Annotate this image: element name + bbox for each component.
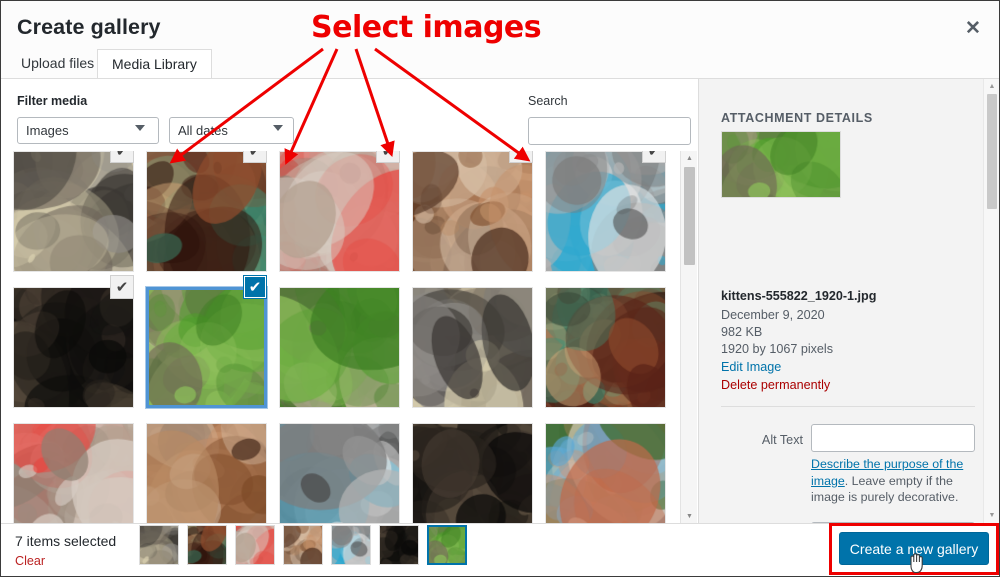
attachment-thumbnail[interactable]: [146, 151, 267, 272]
grid-scrollbar[interactable]: ▲ ▼: [680, 151, 697, 523]
tab-media-library[interactable]: Media Library: [97, 49, 212, 79]
attachment-checkbox[interactable]: ✔: [110, 275, 134, 299]
sidebar-scrollbar[interactable]: ▲ ▼: [983, 79, 999, 523]
attachment-checkbox[interactable]: ✔: [376, 151, 400, 163]
selected-thumbnail[interactable]: [427, 525, 467, 565]
sidebar-divider: [721, 406, 975, 407]
attachment-checkbox[interactable]: ✔: [642, 151, 666, 163]
alt-text-label: Alt Text: [761, 433, 803, 447]
tab-bar: Upload files Media Library: [1, 49, 999, 79]
attachment-thumbnail[interactable]: [13, 423, 134, 523]
attachment-date: December 9, 2020: [721, 308, 825, 322]
attachment-filename: kittens-555822_1920-1.jpg: [721, 289, 877, 303]
alt-text-help: Describe the purpose of the image. Leave…: [811, 456, 981, 506]
selected-thumbnail[interactable]: [235, 525, 275, 565]
attachment-thumbnail[interactable]: [279, 151, 400, 272]
page-title: Create gallery: [17, 15, 161, 39]
selected-count: 7 items selected: [15, 533, 117, 549]
attachment-checkbox[interactable]: ✔: [509, 151, 533, 163]
attachment-thumbnail[interactable]: [412, 151, 533, 272]
tab-upload-files[interactable]: Upload files: [7, 49, 108, 79]
selected-thumbnail[interactable]: [283, 525, 323, 565]
attachment-filesize: 982 KB: [721, 325, 763, 339]
chevron-up-icon[interactable]: ▲: [681, 151, 698, 165]
attachment-thumbnail[interactable]: [146, 423, 267, 523]
media-type-filter[interactable]: All media itemsImagesAudioVideoUnattache…: [17, 117, 159, 144]
selected-thumbnail[interactable]: [331, 525, 371, 565]
date-filter[interactable]: All datesDecember 2020November 2020: [169, 117, 294, 144]
chevron-down-icon[interactable]: ▼: [681, 509, 698, 523]
media-library-pane: Filter media Search All media itemsImage…: [1, 79, 709, 523]
attachment-details-title: ATTACHMENT DETAILS: [721, 111, 873, 125]
sidebar-scrollbar-thumb[interactable]: [987, 94, 997, 209]
selected-thumbnail[interactable]: [187, 525, 227, 565]
attachment-thumbnail[interactable]: [13, 287, 134, 408]
alt-text-field[interactable]: [811, 424, 975, 452]
edit-image-link[interactable]: Edit Image: [721, 360, 781, 374]
attachment-thumbnail[interactable]: [412, 423, 533, 523]
attachment-thumbnail[interactable]: [545, 287, 666, 408]
attachment-thumbnail[interactable]: [279, 423, 400, 523]
scrollbar-thumb[interactable]: [684, 167, 695, 265]
selected-thumbnail[interactable]: [139, 525, 179, 565]
attachment-thumbnail[interactable]: [145, 286, 268, 409]
chevron-up-icon[interactable]: ▲: [984, 80, 999, 93]
modal-header: Create gallery ✕ Upload files Media Libr…: [1, 1, 999, 79]
attachment-thumbnail[interactable]: [545, 151, 666, 272]
delete-permanently-link[interactable]: Delete permanently: [721, 378, 830, 392]
close-icon[interactable]: ✕: [959, 15, 987, 43]
attachment-dimensions: 1920 by 1067 pixels: [721, 342, 834, 356]
attachment-checkbox[interactable]: ✔: [110, 151, 134, 163]
attachment-thumbnail[interactable]: [279, 287, 400, 408]
selected-thumbnail[interactable]: [379, 525, 419, 565]
attachment-preview-thumbnail: [721, 131, 841, 198]
create-gallery-modal: Create gallery ✕ Upload files Media Libr…: [0, 0, 1000, 577]
attachment-thumbnail[interactable]: [545, 423, 666, 523]
clear-selection-link[interactable]: Clear: [15, 554, 45, 568]
attachment-grid-wrapper: ✔ ✔ ✔ ✔ ✔ ✔ ✔: [1, 151, 709, 523]
create-a-new-gallery-button[interactable]: Create a new gallery: [839, 532, 989, 565]
attachment-checkbox[interactable]: ✔: [243, 151, 267, 163]
search-label: Search: [528, 94, 568, 108]
attachment-thumbnail[interactable]: [412, 287, 533, 408]
chevron-down-icon[interactable]: ▼: [984, 509, 999, 522]
search-input[interactable]: [528, 117, 691, 145]
attachment-checkbox[interactable]: ✔: [243, 275, 267, 299]
attachment-thumbnail[interactable]: [13, 151, 134, 272]
attachment-details-sidebar: ATTACHMENT DETAILS kittens-555822_1920-1…: [699, 79, 999, 523]
filter-media-label: Filter media: [17, 94, 88, 108]
